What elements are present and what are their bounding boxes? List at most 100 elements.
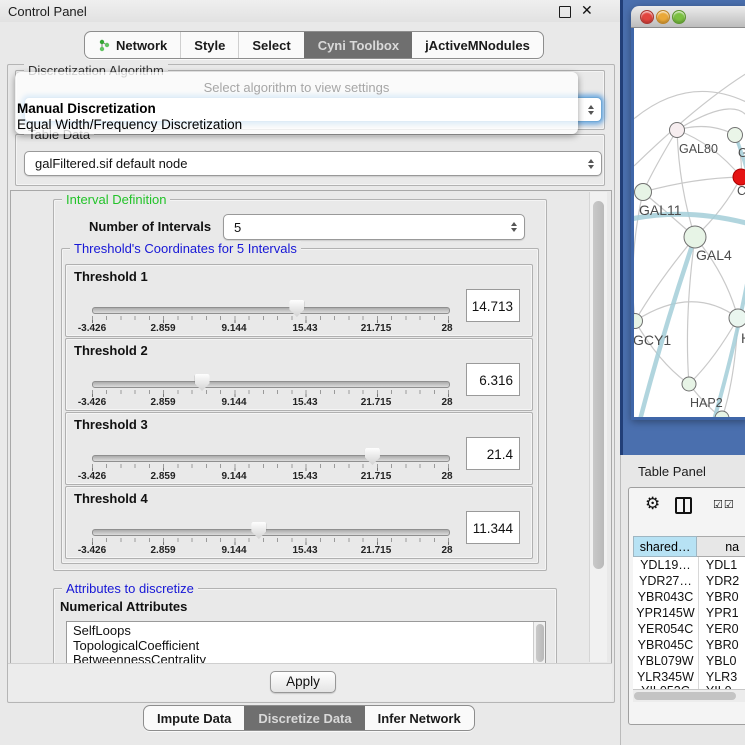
node-hap2 bbox=[682, 377, 696, 391]
threshold-3-slider-thumb[interactable] bbox=[365, 448, 380, 465]
popup-hint: Select algorithm to view settings bbox=[15, 80, 578, 95]
threshold-2-label: Threshold 2 bbox=[74, 343, 148, 358]
tab-style[interactable]: Style bbox=[180, 32, 238, 58]
threshold-3-panel: Threshold 3 -3.426 2.859 9.144 15.43 21.… bbox=[65, 412, 533, 485]
table-row[interactable]: YER054CYER0 bbox=[633, 621, 745, 637]
table-row[interactable]: YBR045CYBR0 bbox=[633, 637, 745, 653]
node-label: GAL80 bbox=[679, 142, 718, 156]
threshold-2-slider-thumb[interactable] bbox=[195, 374, 210, 391]
column-header-name[interactable]: na bbox=[697, 536, 745, 557]
tab-network[interactable]: Network bbox=[85, 32, 180, 58]
threshold-1-label: Threshold 1 bbox=[74, 269, 148, 284]
algorithm-popup: Select algorithm to view settings Manual… bbox=[15, 72, 578, 134]
column-header-shared-name[interactable]: shared… bbox=[633, 536, 697, 557]
list-scrollbar[interactable] bbox=[533, 622, 545, 664]
settings-scroll-area: Interval Definition Number of Intervals … bbox=[10, 190, 612, 664]
network-view-window[interactable]: GAL80 GA C GAL11 GAL4 GCY1 H HAP2 bbox=[631, 6, 745, 420]
threshold-3-slider-track[interactable] bbox=[92, 455, 450, 462]
popup-option-equal-width-frequency[interactable]: Equal Width/Frequency Discretization bbox=[17, 117, 242, 132]
threshold-2-value-field[interactable]: 6.316 bbox=[466, 363, 520, 396]
node-label: GAL11 bbox=[639, 202, 682, 218]
table-panel: Table Panel ⚙ ☑☑ shared… na YDL19…YDL1 Y… bbox=[620, 455, 745, 745]
attributes-group-label: Attributes to discretize bbox=[62, 581, 198, 596]
network-desktop: GAL80 GA C GAL11 GAL4 GCY1 H HAP2 bbox=[620, 0, 745, 456]
apply-button[interactable]: Apply bbox=[270, 671, 336, 693]
node-label: GA bbox=[738, 146, 745, 160]
table-row[interactable]: YDR27…YDR2 bbox=[633, 573, 745, 589]
threshold-4-panel: Threshold 4 -3.426 2.859 9.144 15.43 21.… bbox=[65, 486, 533, 559]
threshold-1-panel: Threshold 1 -3.426 2.859 9.144 15.43 21.… bbox=[65, 264, 533, 337]
tab-jactivemnodules[interactable]: jActiveMNodules bbox=[412, 32, 543, 58]
table-row[interactable]: YBR043CYBR0 bbox=[633, 589, 745, 605]
control-panel-tabbar: Network Style Select Cyni Toolbox jActiv… bbox=[84, 31, 544, 59]
mac-minimize-button[interactable] bbox=[656, 10, 670, 24]
threshold-2-slider-track[interactable] bbox=[92, 381, 450, 388]
bottom-tabbar: Impute Data Discretize Data Infer Networ… bbox=[143, 705, 475, 731]
threshold-3-value-field[interactable]: 21.4 bbox=[466, 437, 520, 470]
combo-spinner-icon bbox=[588, 105, 594, 115]
apply-strip: Apply bbox=[8, 663, 612, 701]
combo-spinner-icon bbox=[588, 159, 594, 169]
node-label: H bbox=[741, 330, 745, 346]
table-panel-box: ⚙ ☑☑ shared… na YDL19…YDL1 YDR27…YDR2 YB… bbox=[628, 487, 745, 725]
mac-close-button[interactable] bbox=[640, 10, 654, 24]
numerical-attributes-list[interactable]: SelfLoops TopologicalCoefficient Between… bbox=[66, 621, 546, 664]
cytoscape-ui: Control Panel ✕ Network Style Select Cyn… bbox=[0, 0, 745, 745]
threshold-2-panel: Threshold 2 -3.426 2.859 9.144 15.43 21.… bbox=[65, 338, 533, 411]
network-tab-icon bbox=[98, 39, 111, 52]
tab-infer-network[interactable]: Infer Network bbox=[365, 706, 474, 730]
tab-impute-data[interactable]: Impute Data bbox=[144, 706, 244, 730]
popup-option-manual-discretization[interactable]: Manual Discretization bbox=[17, 101, 156, 116]
table-row[interactable]: YDL19…YDL1 bbox=[633, 557, 745, 573]
number-of-intervals-combobox[interactable]: 5 bbox=[223, 214, 525, 240]
table-panel-title: Table Panel bbox=[638, 464, 706, 479]
close-icon[interactable]: ✕ bbox=[581, 2, 593, 19]
float-window-icon[interactable] bbox=[559, 6, 571, 18]
node-label: C bbox=[737, 184, 745, 198]
table-data-combobox[interactable]: galFiltered.sif default node bbox=[24, 151, 602, 176]
column-checkboxes-icon[interactable]: ☑☑ bbox=[713, 498, 735, 511]
node-ga bbox=[728, 128, 743, 143]
network-canvas[interactable]: GAL80 GA C GAL11 GAL4 GCY1 H HAP2 bbox=[634, 28, 745, 417]
node-label: GAL4 bbox=[696, 247, 732, 263]
numerical-attributes-label: Numerical Attributes bbox=[60, 599, 187, 614]
attributes-group: Attributes to discretize Numerical Attri… bbox=[53, 588, 557, 664]
threshold-3-label: Threshold 3 bbox=[74, 417, 148, 432]
panel-title: Control Panel bbox=[8, 4, 87, 19]
threshold-1-slider-thumb[interactable] bbox=[289, 300, 304, 317]
node-gal4 bbox=[684, 226, 706, 248]
interval-definition-label: Interval Definition bbox=[62, 192, 170, 207]
threshold-4-slider-thumb[interactable] bbox=[251, 522, 266, 539]
threshold-4-slider-track[interactable] bbox=[92, 529, 450, 536]
control-panel: Control Panel ✕ Network Style Select Cyn… bbox=[0, 0, 621, 745]
list-item[interactable]: TopologicalCoefficient bbox=[67, 637, 545, 652]
network-window-titlebar[interactable] bbox=[631, 6, 745, 28]
threshold-4-value-field[interactable]: 11.344 bbox=[466, 511, 520, 544]
control-panel-titlebar: Control Panel ✕ bbox=[0, 0, 620, 22]
number-of-intervals-label: Number of Intervals bbox=[89, 219, 211, 234]
node-table: shared… na YDL19…YDL1 YDR27…YDR2 YBR043C… bbox=[633, 536, 745, 697]
table-horizontal-scrollbar[interactable] bbox=[633, 689, 745, 702]
tab-discretize-data[interactable]: Discretize Data bbox=[244, 706, 364, 730]
node-label: GCY1 bbox=[634, 332, 671, 348]
table-header-row: shared… na bbox=[633, 536, 745, 557]
tab-select[interactable]: Select bbox=[238, 32, 303, 58]
settings-scrollbar[interactable] bbox=[589, 192, 607, 662]
table-row[interactable]: YPR145WYPR1 bbox=[633, 605, 745, 621]
split-columns-icon[interactable] bbox=[675, 497, 692, 514]
node-gcy1 bbox=[634, 314, 643, 329]
node-label: HAP2 bbox=[690, 396, 723, 410]
thresholds-group-label: Threshold's Coordinates for 5 Intervals bbox=[70, 241, 301, 256]
list-item[interactable]: SelfLoops bbox=[67, 622, 545, 637]
table-row[interactable]: YLR345WYLR3 bbox=[633, 669, 745, 685]
node-red bbox=[733, 169, 745, 185]
gear-icon[interactable]: ⚙ bbox=[645, 495, 660, 512]
threshold-1-slider-track[interactable] bbox=[92, 307, 450, 314]
node-gal80 bbox=[670, 123, 685, 138]
mac-zoom-button[interactable] bbox=[672, 10, 686, 24]
threshold-1-value-field[interactable]: 14.713 bbox=[466, 289, 520, 322]
threshold-4-label: Threshold 4 bbox=[74, 491, 148, 506]
node-gal11 bbox=[635, 184, 652, 201]
table-row[interactable]: YBL079WYBL0 bbox=[633, 653, 745, 669]
tab-cyni-toolbox[interactable]: Cyni Toolbox bbox=[304, 32, 412, 58]
